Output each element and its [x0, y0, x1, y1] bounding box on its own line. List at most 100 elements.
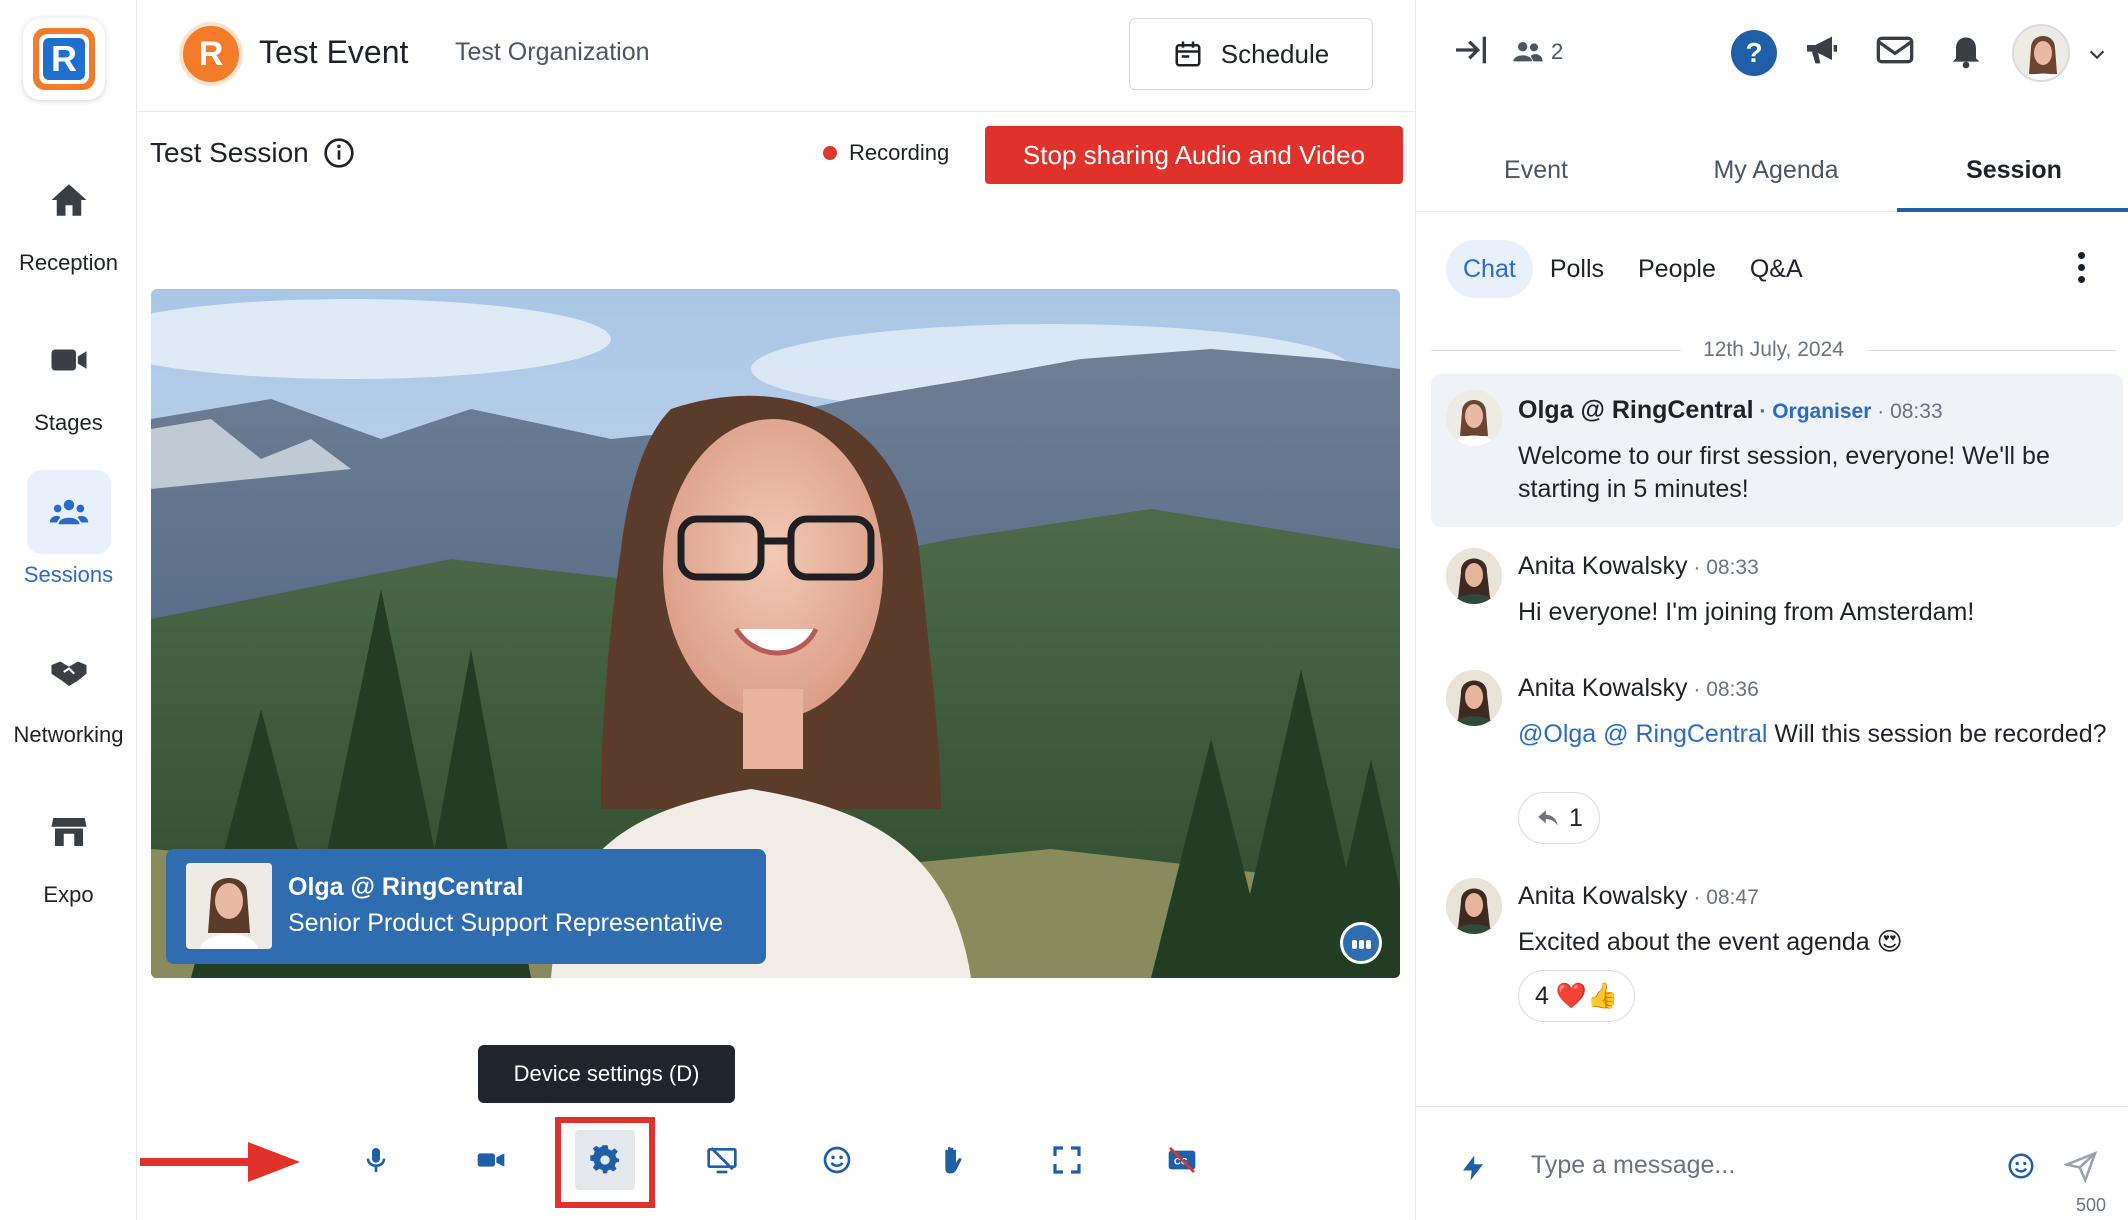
- reply-count-badge[interactable]: 1: [1518, 792, 1600, 844]
- event-title[interactable]: Test Event: [259, 34, 408, 71]
- emoji-picker-icon[interactable]: [2006, 1151, 2036, 1181]
- subtab-qa[interactable]: Q&A: [1733, 240, 1820, 298]
- message-header: Anita Kowalsky · 08:47: [1518, 882, 1759, 910]
- chevron-down-icon[interactable]: [2086, 44, 2108, 66]
- raise-hand-icon: [945, 1147, 962, 1174]
- reactions-button[interactable]: [807, 1130, 867, 1190]
- active-tab-indicator: [1897, 208, 2128, 212]
- message-composer: Type a message... 500: [1416, 1106, 2128, 1220]
- message-header: Olga @ RingCentral · Organiser · 08:33: [1518, 396, 1943, 424]
- message-text: Excited about the event agenda 😍: [1518, 928, 1903, 956]
- message-header: Anita Kowalsky · 08:36: [1518, 674, 1759, 702]
- people-group-icon: [26, 470, 111, 554]
- captions-off-icon: CC: [1168, 1147, 1196, 1173]
- chat-message[interactable]: Olga @ RingCentral · Organiser · 08:33 W…: [1431, 374, 2123, 527]
- speaker-name: Olga @ RingCentral: [288, 873, 524, 901]
- handshake-icon: [27, 630, 111, 714]
- nav-label-reception: Reception: [18, 250, 119, 275]
- avatar: [1446, 548, 1502, 604]
- subtab-chat[interactable]: Chat: [1446, 240, 1533, 298]
- megaphone-icon[interactable]: [1802, 30, 1842, 70]
- nav-label-expo: Expo: [43, 882, 94, 907]
- video-stream: Olga @ RingCentral Senior Product Suppor…: [151, 289, 1400, 978]
- attendees-icon[interactable]: [1512, 36, 1544, 68]
- nav-item-sessions[interactable]: Sessions: [0, 470, 137, 588]
- message-input[interactable]: Type a message...: [1531, 1151, 1735, 1180]
- app-root: R Reception Stages Sessions Networking E…: [0, 0, 2128, 1220]
- chat-message[interactable]: Anita Kowalsky · 08:47 Excited about the…: [1431, 870, 2123, 1030]
- device-settings-tooltip: Device settings (D): [478, 1045, 735, 1103]
- screen-share-off-icon: [707, 1147, 737, 1174]
- subtab-people[interactable]: People: [1621, 240, 1733, 298]
- camera-button[interactable]: [461, 1130, 521, 1190]
- app-logo[interactable]: R: [23, 18, 105, 100]
- send-icon[interactable]: [2064, 1149, 2098, 1183]
- right-panel: 2 ? Event My Agenda Session Chat Polls P…: [1415, 0, 2128, 1220]
- info-icon[interactable]: [323, 137, 355, 169]
- speaker-nameplate: Olga @ RingCentral Senior Product Suppor…: [166, 849, 766, 964]
- help-icon[interactable]: ?: [1731, 30, 1777, 76]
- session-subtabs: Chat Polls People Q&A: [1446, 240, 1820, 298]
- subtab-polls[interactable]: Polls: [1533, 240, 1621, 298]
- calendar-icon: [1175, 41, 1201, 67]
- top-header: R Test Event Test Organization Schedule: [137, 0, 1415, 112]
- emoji-icon: [823, 1146, 851, 1174]
- nav-item-reception[interactable]: Reception: [0, 158, 137, 276]
- speaker-title: Senior Product Support Representative: [288, 909, 723, 937]
- message-text: Hi everyone! I'm joining from Amsterdam!: [1518, 598, 1975, 626]
- mention-link[interactable]: @Olga @ RingCentral: [1518, 720, 1767, 748]
- microphone-button[interactable]: [346, 1130, 406, 1190]
- date-separator: 12th July, 2024: [1431, 336, 2117, 364]
- nav-label-stages: Stages: [34, 410, 103, 435]
- home-icon: [27, 158, 111, 242]
- message-text: @Olga @ RingCentral Will this session be…: [1518, 720, 2107, 748]
- reaction-badge[interactable]: 4 ❤️👍: [1518, 970, 1636, 1022]
- avatar: [1446, 390, 1502, 446]
- recording-indicator: Recording: [823, 140, 949, 166]
- session-title: Test Session: [150, 137, 355, 169]
- chat-message[interactable]: Anita Kowalsky · 08:36 @Olga @ RingCentr…: [1431, 662, 2123, 852]
- screen-share-button[interactable]: [692, 1130, 752, 1190]
- schedule-label: Schedule: [1220, 38, 1330, 69]
- user-avatar[interactable]: [2012, 24, 2070, 82]
- message-header: Anita Kowalsky · 08:33: [1518, 552, 1759, 580]
- speaker-avatar: [186, 863, 272, 949]
- schedule-button[interactable]: Schedule: [1129, 18, 1373, 90]
- bell-icon[interactable]: [1946, 30, 1986, 70]
- mail-icon[interactable]: [1875, 30, 1915, 70]
- store-icon: [27, 790, 111, 874]
- lightning-icon[interactable]: [1458, 1151, 1488, 1185]
- event-logo: R: [179, 22, 243, 86]
- chat-message[interactable]: Anita Kowalsky · 08:33 Hi everyone! I'm …: [1431, 540, 2123, 640]
- raise-hand-button[interactable]: [922, 1130, 982, 1190]
- avatar: [1446, 878, 1502, 934]
- panel-tabs: Event My Agenda Session: [1416, 138, 2128, 212]
- annotation-highlight-box: [555, 1117, 655, 1208]
- left-nav: R Reception Stages Sessions Networking E…: [0, 0, 137, 1220]
- captions-button[interactable]: CC: [1152, 1130, 1212, 1190]
- nav-item-stages[interactable]: Stages: [0, 318, 137, 436]
- video-camera-icon: [27, 318, 111, 402]
- tab-my-agenda[interactable]: My Agenda: [1656, 156, 1896, 185]
- nav-item-networking[interactable]: Networking: [0, 630, 137, 748]
- organization-name[interactable]: Test Organization: [455, 38, 650, 67]
- tab-event[interactable]: Event: [1416, 156, 1656, 185]
- nav-label-networking: Networking: [13, 722, 124, 747]
- fullscreen-icon: [1053, 1146, 1081, 1174]
- tab-session[interactable]: Session: [1894, 156, 2128, 185]
- character-limit: 500: [2076, 1195, 2107, 1215]
- camera-icon: [477, 1153, 505, 1167]
- fullscreen-button[interactable]: [1037, 1130, 1097, 1190]
- collapse-panel-icon[interactable]: [1451, 30, 1491, 70]
- nav-label-sessions: Sessions: [23, 562, 114, 587]
- reply-icon: [1538, 810, 1558, 826]
- message-text: Welcome to our first session, everyone! …: [1518, 442, 2050, 503]
- stop-sharing-button[interactable]: Stop sharing Audio and Video: [985, 126, 1403, 184]
- annotation-arrow-icon: [140, 1142, 300, 1182]
- microphone-icon: [366, 1148, 386, 1172]
- more-options-icon[interactable]: [2076, 252, 2086, 288]
- video-audio-level-icon[interactable]: [1340, 922, 1382, 964]
- attendee-count: 2: [1551, 39, 1564, 64]
- nav-item-expo[interactable]: Expo: [0, 790, 137, 908]
- recording-dot-icon: [823, 146, 837, 160]
